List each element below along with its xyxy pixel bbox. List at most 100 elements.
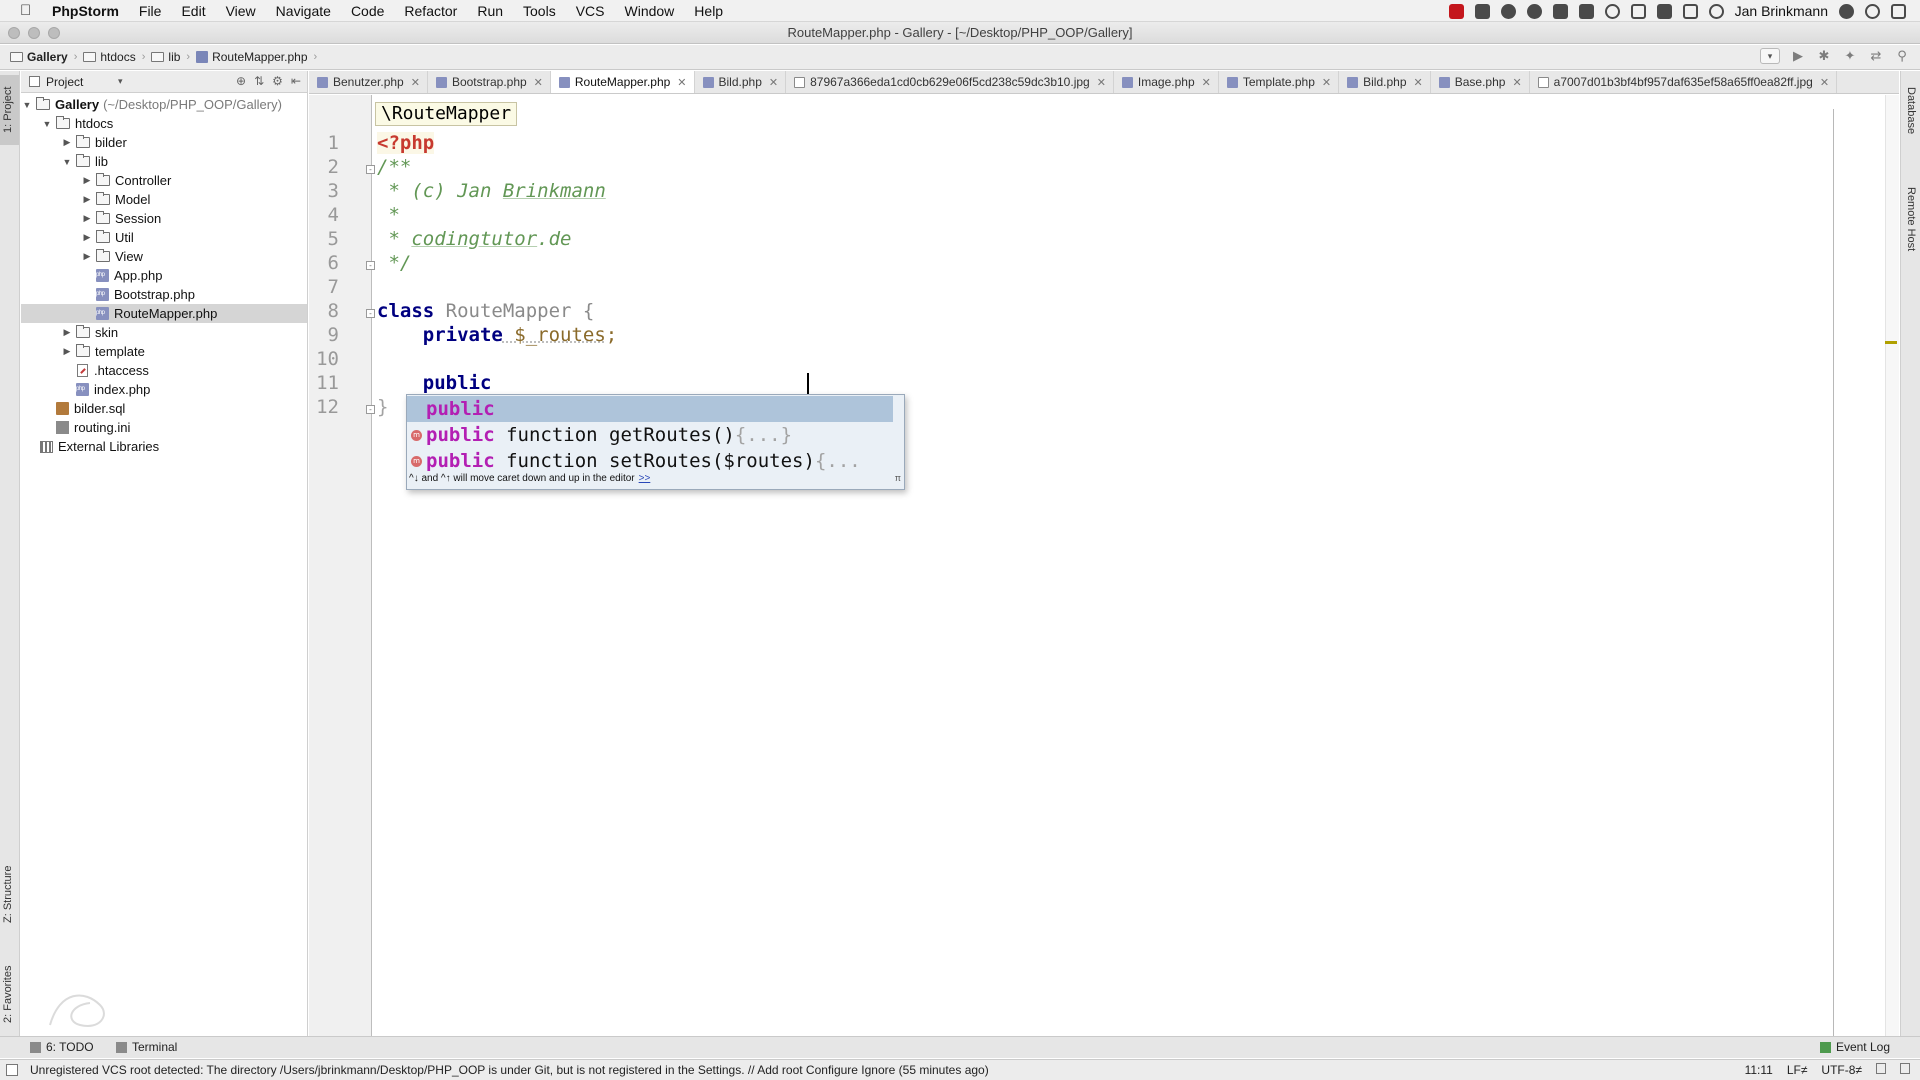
menu-window[interactable]: Window [625,3,675,19]
coverage-icon[interactable]: ✦ [1842,48,1858,64]
favorites-tool-label[interactable]: 2: Favorites [2,966,14,1023]
breadcrumb-gallery[interactable]: Gallery [10,50,68,64]
menu-vcs[interactable]: VCS [576,3,605,19]
tab-base-php[interactable]: Base.php ✕ [1431,71,1530,93]
collapsed-arrow-icon[interactable]: ▶ [61,327,73,338]
menu-file[interactable]: File [139,3,162,19]
close-icon[interactable]: ✕ [1414,76,1423,89]
completion-item-set-routes[interactable]: m public function setRoutes($routes){... [407,448,893,474]
tree-item-skin[interactable]: ▶ skin [21,323,307,342]
menu-edit[interactable]: Edit [181,3,205,19]
tree-item-app-php[interactable]: App.php [21,266,307,285]
close-icon[interactable]: ✕ [1512,76,1521,89]
user-name[interactable]: Jan Brinkmann [1735,3,1828,19]
collapsed-arrow-icon[interactable]: ▶ [61,137,73,148]
close-icon[interactable]: ✕ [769,76,778,89]
line-separator[interactable]: LF≠ [1787,1063,1808,1077]
close-icon[interactable]: ✕ [1202,76,1211,89]
tree-item-routing-ini[interactable]: routing.ini [21,418,307,437]
tree-item-gallery[interactable]: ▼ Gallery (~/Desktop/PHP_OOP/Gallery) [21,95,307,114]
completion-item-public[interactable]: public [407,396,893,422]
collapsed-arrow-icon[interactable]: ▶ [61,346,73,357]
close-icon[interactable]: ✕ [1322,76,1331,89]
run-config-dropdown[interactable]: ▾ [1760,48,1780,64]
chevron-down-icon[interactable]: ▾ [118,76,123,87]
fold-marker-icon[interactable]: - [366,405,375,414]
bookmark-icon[interactable] [1630,3,1646,19]
completion-hint-link[interactable]: >> [639,473,651,484]
inspector-icon[interactable] [1900,1063,1910,1074]
terminal-tool-button[interactable]: Terminal [116,1040,177,1054]
structure-tool-label[interactable]: Z: Structure [2,866,14,923]
tree-item-template[interactable]: ▶ template [21,342,307,361]
expanded-arrow-icon[interactable]: ▼ [21,100,33,110]
tree-item-htaccess[interactable]: .htaccess [21,361,307,380]
tab-bootstrap-php[interactable]: Bootstrap.php ✕ [428,71,551,93]
plus-icon[interactable] [1578,3,1594,19]
tree-item-session[interactable]: ▶ Session [21,209,307,228]
event-log-button[interactable]: Event Log [1819,1040,1890,1054]
expanded-arrow-icon[interactable]: ▼ [61,157,73,167]
tree-item-index-php[interactable]: index.php [21,380,307,399]
database-tool-label[interactable]: Database [1905,87,1917,134]
collapsed-arrow-icon[interactable]: ▶ [81,194,93,205]
tree-item-lib[interactable]: ▼ lib [21,152,307,171]
remote-host-tool-label[interactable]: Remote Host [1905,187,1917,251]
tree-item-view[interactable]: ▶ View [21,247,307,266]
menu-view[interactable]: View [226,3,256,19]
leaf-icon[interactable] [1500,3,1516,19]
collapsed-arrow-icon[interactable]: ▶ [81,232,93,243]
close-icon[interactable]: ✕ [1820,76,1829,89]
apple-icon[interactable]:  [20,2,34,19]
breadcrumb-lib[interactable]: lib [151,50,180,64]
info-icon[interactable] [1604,3,1620,19]
hide-panel-icon[interactable]: ⇤ [291,74,301,88]
close-icon[interactable]: ✕ [1097,76,1106,89]
caret-position[interactable]: 11:11 [1745,1063,1773,1077]
expanded-arrow-icon[interactable]: ▼ [41,119,53,129]
collapse-all-icon[interactable]: ⇅ [254,74,264,88]
siri-icon[interactable] [1839,3,1854,19]
status-message[interactable]: Unregistered VCS root detected: The dire… [30,1063,989,1077]
pin-icon[interactable]: π [895,473,901,483]
project-view-selector[interactable]: Project [46,75,83,89]
tool-windows-toggle-icon[interactable] [6,1064,18,1076]
close-icon[interactable]: ✕ [411,76,420,89]
breadcrumb-routemapper[interactable]: RouteMapper.php [196,50,308,64]
search-icon[interactable]: ⚲ [1894,48,1910,64]
volume-icon[interactable] [1656,3,1672,19]
menu-code[interactable]: Code [351,3,384,19]
tab-image-jpg-2[interactable]: a7007d01b3bf4bf957daf635ef58a65ff0ea82ff… [1530,71,1838,93]
tab-image-php[interactable]: Image.php ✕ [1114,71,1219,93]
file-encoding[interactable]: UTF-8≠ [1821,1063,1862,1077]
run-icon[interactable]: ▶ [1790,48,1806,64]
lock-icon[interactable] [1876,1063,1886,1074]
tab-bild-php[interactable]: Bild.php ✕ [695,71,787,93]
tree-item-bootstrap-php[interactable]: Bootstrap.php [21,285,307,304]
editor-scrollbar[interactable] [1885,95,1899,1036]
tab-image-jpg-1[interactable]: 87967a366eda1cd0cb629e06f5cd238c59dc3b10… [786,71,1114,93]
collapsed-arrow-icon[interactable]: ▶ [81,213,93,224]
collapsed-arrow-icon[interactable]: ▶ [81,251,93,262]
tree-item-bilder-sql[interactable]: bilder.sql [21,399,307,418]
editor-breadcrumb[interactable]: \RouteMapper [375,102,518,126]
dropbox-icon[interactable] [1474,3,1490,19]
evernote-icon[interactable] [1552,3,1568,19]
tree-item-external-libraries[interactable]: External Libraries [21,437,307,456]
collapsed-arrow-icon[interactable]: ▶ [81,175,93,186]
fold-marker-icon[interactable]: - [366,261,375,270]
debug-icon[interactable]: ✱ [1816,48,1832,64]
tree-item-model[interactable]: ▶ Model [21,190,307,209]
todo-tool-button[interactable]: 6: TODO [30,1040,94,1054]
fold-marker-icon[interactable]: - [366,309,375,318]
cloud-icon[interactable] [1526,3,1542,19]
tree-item-util[interactable]: ▶ Util [21,228,307,247]
menu-run[interactable]: Run [477,3,503,19]
time-machine-icon[interactable] [1708,3,1724,19]
tab-bild-php-2[interactable]: Bild.php ✕ [1339,71,1431,93]
vcs-update-icon[interactable]: ⇄ [1868,48,1884,64]
fold-marker-icon[interactable]: - [366,165,375,174]
menu-app[interactable]: PhpStorm [52,3,119,19]
breadcrumb-htdocs[interactable]: htdocs [83,50,136,64]
record-icon[interactable] [1448,3,1464,19]
